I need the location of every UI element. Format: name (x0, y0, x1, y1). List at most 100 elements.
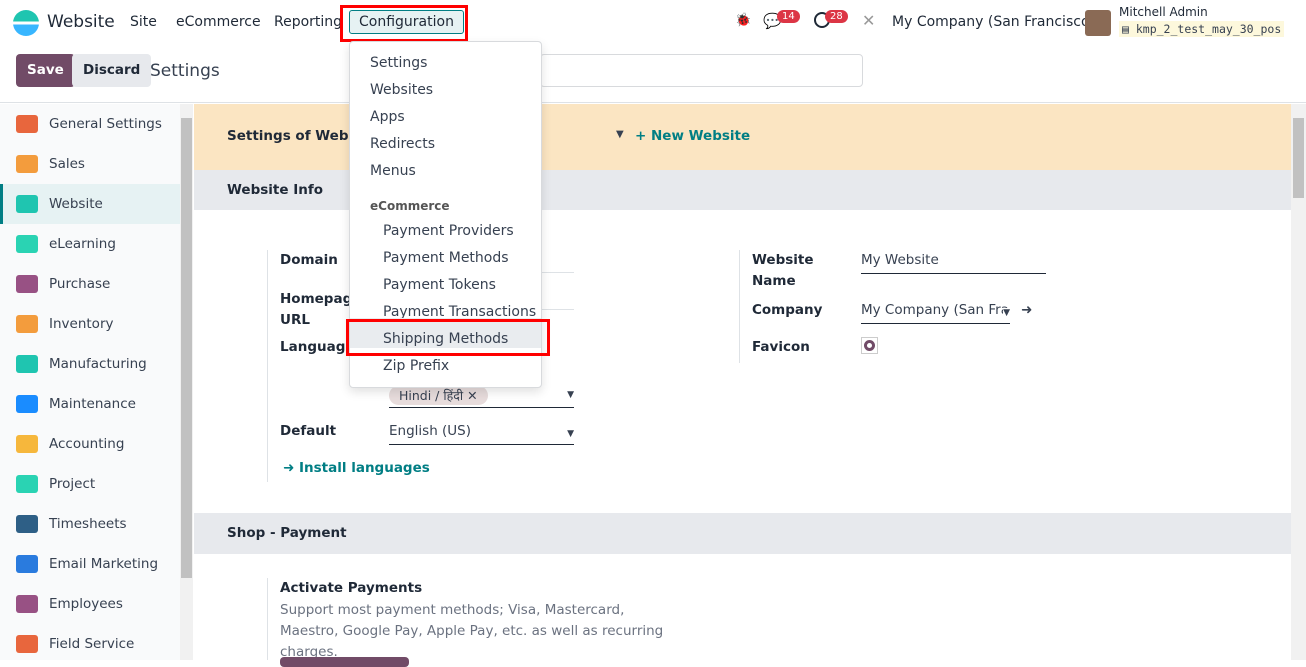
avatar[interactable] (1085, 10, 1111, 36)
shop-payment-header: Shop - Payment (194, 513, 1291, 554)
right-divider (739, 250, 740, 363)
control-panel: Save Discard Settings (0, 46, 1306, 103)
language-tag-label: Hindi / हिंदी (399, 388, 464, 403)
activities-badge: 28 (825, 10, 848, 23)
menu-item-payment-providers[interactable]: Payment Providers (383, 223, 514, 239)
sidebar-item-employees[interactable]: Employees (0, 584, 180, 624)
company-switcher[interactable]: My Company (San Francisco) (892, 14, 1095, 30)
language-tag: Hindi / हिंदी ✕ (389, 386, 488, 405)
company-label: Company (752, 302, 823, 318)
menu-section-ecommerce: eCommerce (370, 199, 450, 213)
user-name[interactable]: Mitchell Admin (1119, 5, 1208, 19)
default-language-select[interactable]: English (US) ▼ (389, 423, 574, 445)
website-info-title: Website Info (227, 182, 323, 198)
app-icon (16, 515, 38, 533)
sidebar-item-website[interactable]: Website (0, 184, 180, 224)
dropdown-arrow-icon: ▼ (1003, 308, 1010, 318)
database-label: kmp_2_test_may_30_pos (1135, 22, 1282, 36)
new-website-link[interactable]: + New Website (635, 128, 750, 144)
sidebar-item-field-service[interactable]: Field Service (0, 624, 180, 664)
payment-divider (267, 578, 268, 660)
dropdown-arrow-icon: ▼ (567, 429, 574, 439)
website-name-label: Website Name (752, 252, 814, 289)
messages-badge: 14 (777, 10, 800, 23)
save-button[interactable]: Save (16, 54, 75, 87)
sidebar-item-manufacturing[interactable]: Manufacturing (0, 344, 180, 384)
app-icon (16, 435, 38, 453)
install-languages-label: Install languages (299, 460, 430, 476)
website-name-input[interactable]: My Website (861, 252, 1046, 274)
app-icon (16, 595, 38, 613)
menu-item-settings[interactable]: Settings (370, 55, 427, 71)
company-select[interactable]: My Company (San Fran ▼ (861, 302, 1010, 324)
menu-item-redirects[interactable]: Redirects (370, 136, 435, 152)
favicon-label: Favicon (752, 339, 810, 355)
default-language-label: Default (280, 423, 337, 439)
highlight-configuration (340, 5, 468, 42)
sidebar-item-inventory[interactable]: Inventory (0, 304, 180, 344)
menu-ecommerce[interactable]: eCommerce (176, 14, 261, 30)
website-select-arrow[interactable]: ▼ (616, 129, 624, 140)
shop-payment-title: Shop - Payment (227, 525, 347, 541)
menu-item-payment-methods[interactable]: Payment Methods (383, 250, 509, 266)
page-scrollbar[interactable] (1291, 104, 1306, 660)
app-icon (16, 355, 38, 373)
domain-label: Domain (280, 252, 338, 268)
sidebar-item-purchase[interactable]: Purchase (0, 264, 180, 304)
sidebar-item-general-settings[interactable]: General Settings (0, 104, 180, 144)
company-value: My Company (San Fran (861, 302, 1010, 318)
app-icon (16, 315, 38, 333)
remove-tag-icon[interactable]: ✕ (467, 388, 477, 403)
sidebar-item-label: Employees (49, 596, 123, 612)
menu-reporting[interactable]: Reporting (274, 14, 342, 30)
discard-button[interactable]: Discard (72, 54, 152, 87)
website-name-value: My Website (861, 252, 939, 268)
sidebar-item-timesheets[interactable]: Timesheets (0, 504, 180, 544)
sidebar-scrollbar[interactable] (180, 104, 193, 660)
favicon-image[interactable] (861, 337, 878, 354)
sidebar-item-sales[interactable]: Sales (0, 144, 180, 184)
app-name[interactable]: Website (47, 12, 115, 32)
left-divider (267, 250, 268, 482)
menu-site[interactable]: Site (130, 14, 157, 30)
sidebar-item-label: Maintenance (49, 396, 136, 412)
sidebar-item-label: eLearning (49, 236, 116, 252)
menu-item-websites[interactable]: Websites (370, 82, 433, 98)
sidebar-item-label: Project (49, 476, 96, 492)
tools-icon[interactable]: ✕ (862, 11, 875, 30)
app-icon (16, 235, 38, 253)
sidebar-item-project[interactable]: Project (0, 464, 180, 504)
homepage-url-label: Homepage URL (280, 291, 362, 328)
app-icon (16, 155, 38, 173)
sidebar-item-elearning[interactable]: eLearning (0, 224, 180, 264)
sidebar-item-email-marketing[interactable]: Email Marketing (0, 544, 180, 584)
menu-item-zip-prefix[interactable]: Zip Prefix (383, 358, 449, 374)
app-icon (16, 635, 38, 653)
sidebar-item-label: Email Marketing (49, 556, 159, 572)
search-input[interactable] (540, 54, 863, 87)
app-icon (16, 195, 38, 213)
open-company-arrow-icon[interactable]: ➜ (1021, 302, 1032, 318)
menu-item-apps[interactable]: Apps (370, 109, 405, 125)
activate-payments-description: Support most payment methods; Visa, Mast… (280, 602, 664, 660)
sidebar-item-label: Timesheets (49, 516, 127, 532)
sidebar-item-label: General Settings (49, 116, 162, 132)
sidebar-item-label: Manufacturing (49, 356, 147, 372)
sidebar-item-label: Website (49, 196, 103, 212)
bug-icon[interactable]: 🐞 (735, 13, 751, 28)
app-icon (16, 275, 38, 293)
sidebar-item-label: Purchase (49, 276, 111, 292)
app-icon (16, 475, 38, 493)
install-languages-link[interactable]: ➜ Install languages (283, 460, 430, 476)
sidebar-item-label: Accounting (49, 436, 125, 452)
menu-item-menus[interactable]: Menus (370, 163, 416, 179)
menu-item-payment-tokens[interactable]: Payment Tokens (383, 277, 496, 293)
sidebar-item-label: Field Service (49, 636, 135, 652)
activate-payments-label: Activate Payments (280, 580, 423, 596)
dropdown-arrow-icon[interactable]: ▼ (567, 390, 574, 400)
activate-payments-button[interactable] (280, 657, 409, 667)
sidebar-item-accounting[interactable]: Accounting (0, 424, 180, 464)
app-icon (16, 555, 38, 573)
website-app-icon[interactable] (13, 10, 39, 36)
sidebar-item-maintenance[interactable]: Maintenance (0, 384, 180, 424)
